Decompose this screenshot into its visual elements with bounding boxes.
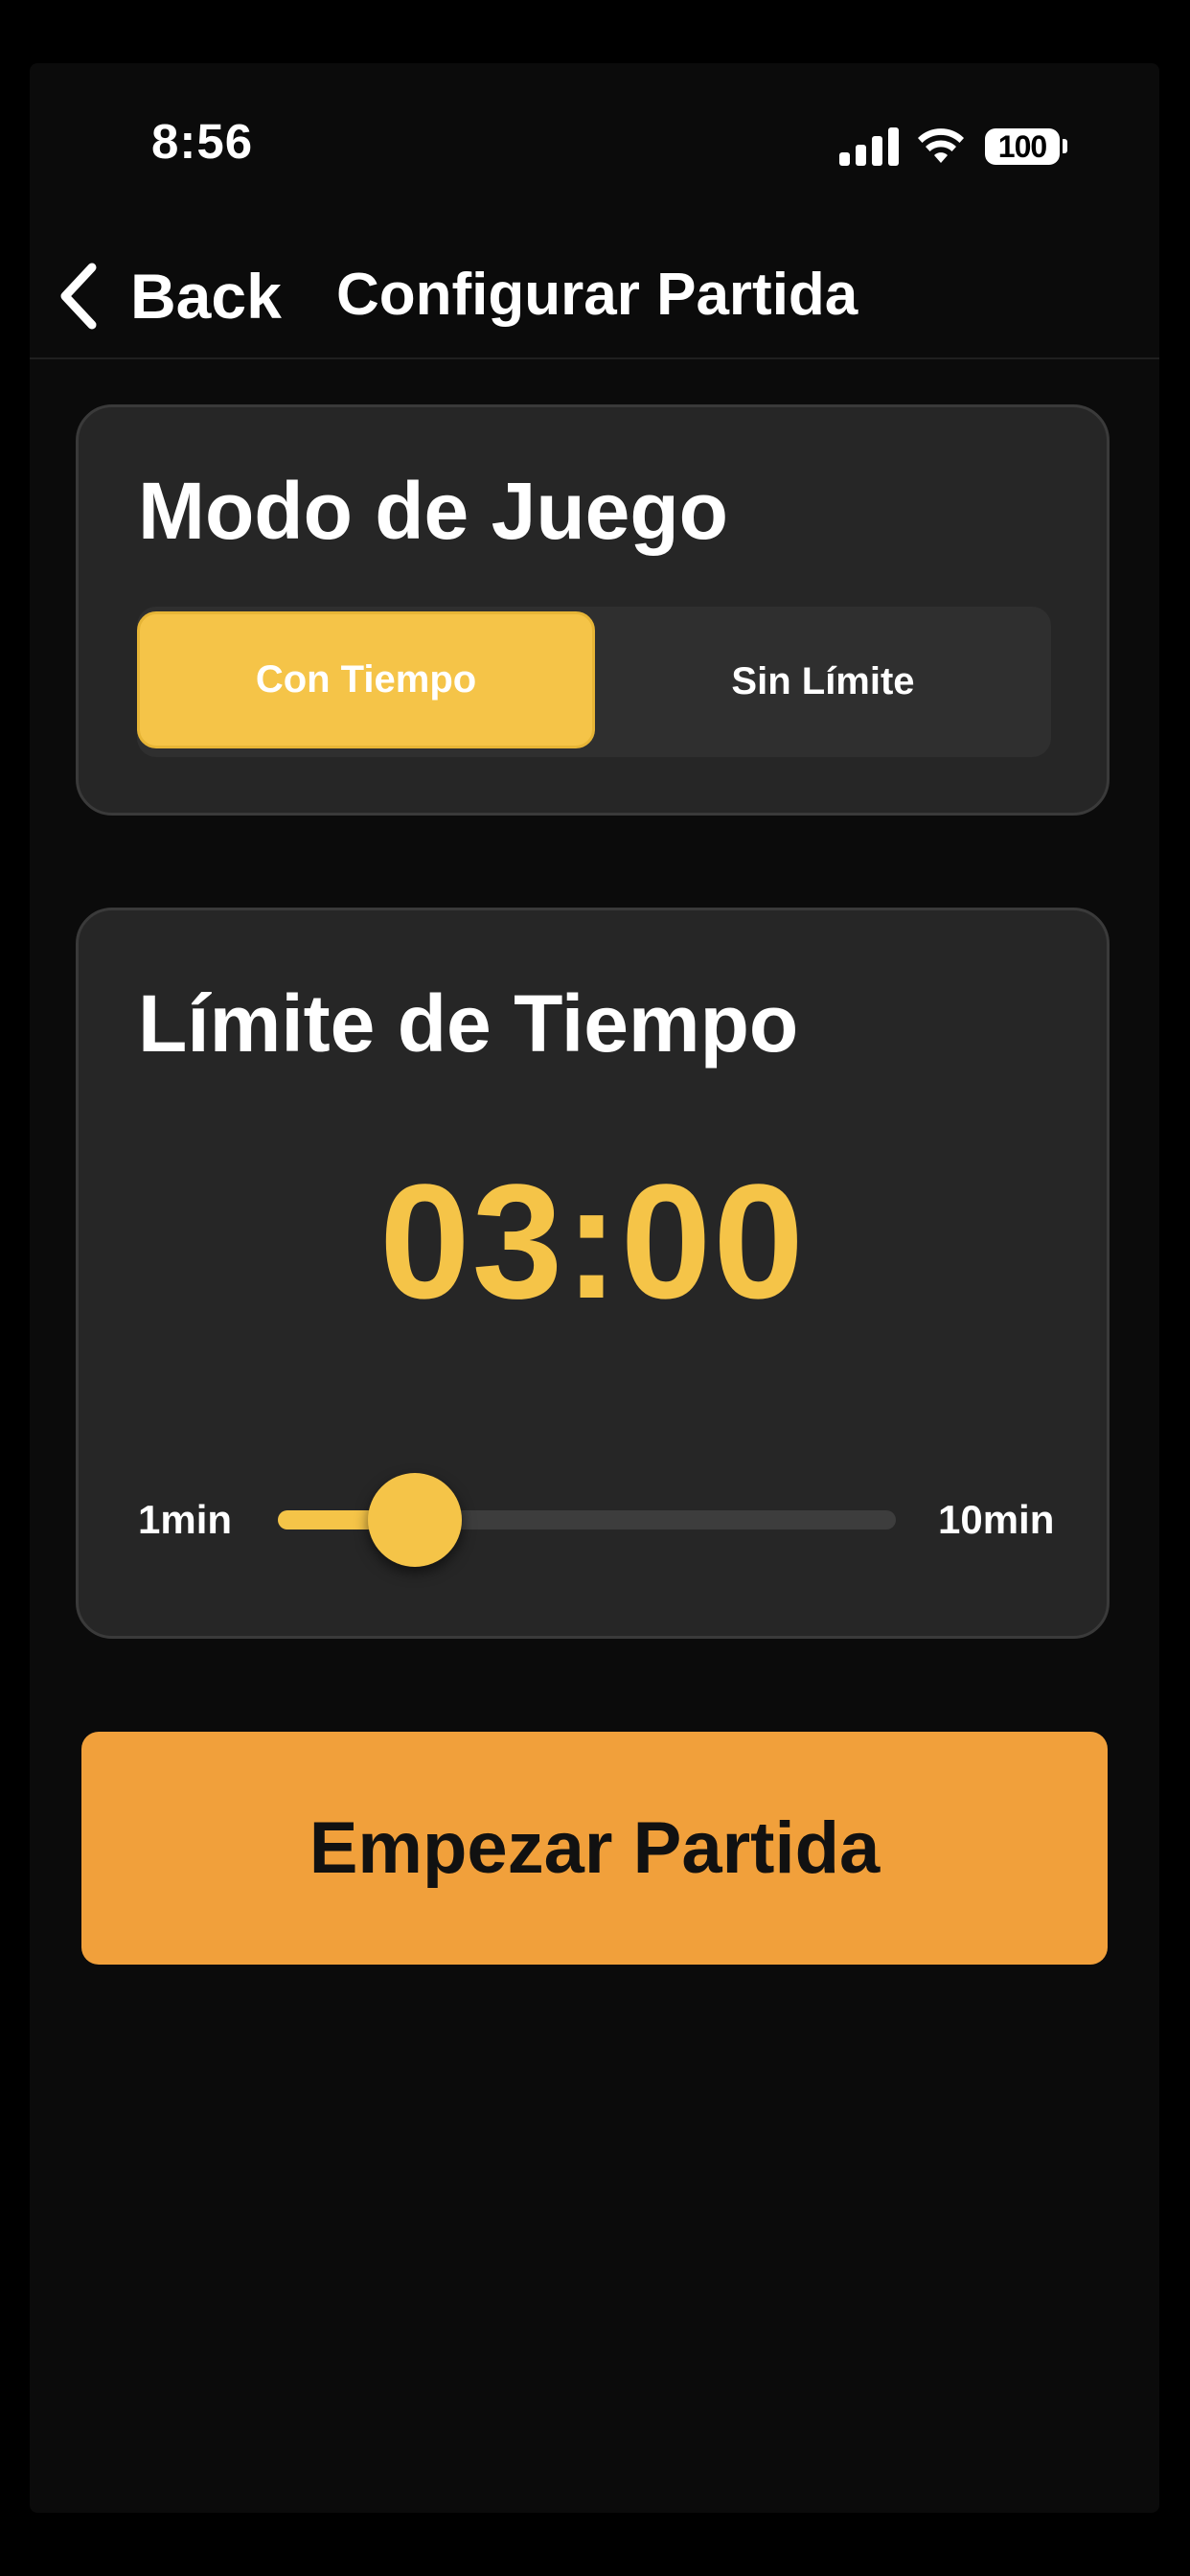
chevron-left-icon bbox=[60, 263, 97, 330]
time-limit-value: 03:00 bbox=[379, 1151, 806, 1333]
mode-option-con-tiempo[interactable]: Con Tiempo bbox=[137, 611, 595, 748]
time-limit-card: Límite de Tiempo 03:00 1min 10min bbox=[76, 908, 1110, 1639]
signal-icon bbox=[839, 127, 899, 166]
time-slider-track[interactable] bbox=[278, 1473, 896, 1567]
slider-max-label: 10min bbox=[938, 1497, 1055, 1542]
start-game-button[interactable]: Empezar Partida bbox=[81, 1732, 1108, 1965]
battery-nub bbox=[1063, 139, 1067, 153]
battery-icon: 100 bbox=[985, 128, 1060, 165]
time-limit-title: Límite de Tiempo bbox=[138, 978, 799, 1069]
slider-min-label: 1min bbox=[138, 1497, 233, 1542]
time-slider-thumb[interactable] bbox=[368, 1473, 462, 1567]
game-mode-card: Modo de Juego Con Tiempo Sin Límite bbox=[76, 404, 1110, 816]
mode-option-sin-limite[interactable]: Sin Límite bbox=[595, 607, 1051, 757]
status-time: 8:56 bbox=[151, 114, 254, 169]
game-mode-segmented-control: Con Tiempo Sin Límite bbox=[137, 607, 1051, 757]
back-label: Back bbox=[130, 261, 282, 332]
nav-divider bbox=[30, 357, 1159, 359]
game-mode-title: Modo de Juego bbox=[138, 466, 728, 556]
page-title: Configurar Partida bbox=[336, 262, 858, 328]
back-button[interactable]: Back bbox=[57, 257, 282, 335]
wifi-icon bbox=[918, 128, 964, 163]
